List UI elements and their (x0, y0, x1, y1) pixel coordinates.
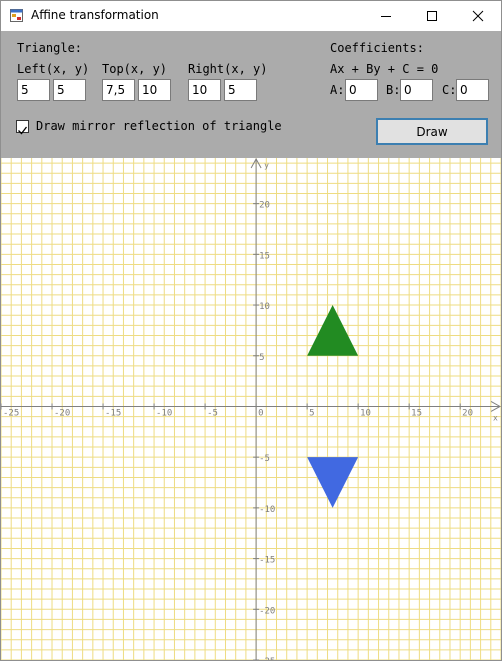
window-title: Affine transformation (31, 8, 159, 22)
maximize-icon (427, 11, 437, 21)
left-point-label: Left(x, y) (17, 62, 90, 76)
left-x-field[interactable]: 5 (17, 79, 50, 101)
mirror-triangle (307, 457, 359, 508)
x-tick-label: 15 (411, 408, 422, 418)
close-button[interactable] (455, 1, 501, 31)
y-tick-label: -10 (259, 505, 275, 515)
mirror-checkbox[interactable] (16, 120, 29, 135)
coordinate-plot: x y -25 -20 -15 -10 -5 0 5 10 15 20 20 15 10 5 -5 -10 -15 -… (1, 157, 501, 660)
x-tick-label: 0 (258, 408, 263, 418)
y-tick-label: -15 (259, 556, 275, 566)
triangle-heading: Triangle: (17, 41, 83, 55)
x-tick-label: -20 (54, 408, 70, 418)
x-tick-label: -25 (3, 408, 19, 418)
draw-button[interactable]: Draw (376, 118, 488, 145)
maximize-button[interactable] (409, 1, 455, 31)
coefficient-c-field[interactable]: 0 (456, 79, 489, 101)
coefficient-b-field[interactable]: 0 (400, 79, 433, 101)
coefficient-b-label: B: (386, 83, 401, 97)
top-point-label: Top(x, y) (102, 62, 168, 76)
line-equation: Ax + By + C = 0 (330, 62, 439, 76)
x-tick-label: 20 (462, 408, 473, 418)
coefficients-heading: Coefficients: (330, 41, 424, 55)
x-tick-label: 5 (309, 408, 314, 418)
y-tick-label: 10 (259, 302, 270, 312)
minimize-button[interactable] (363, 1, 409, 31)
coefficient-a-label: A: (330, 83, 345, 97)
x-axis-label: x (493, 413, 498, 422)
y-tick-label: -20 (259, 606, 275, 616)
y-tick-label: -5 (259, 454, 270, 464)
x-tick-label: -15 (105, 408, 121, 418)
x-tick-label: -10 (156, 408, 172, 418)
y-tick-label: 20 (259, 201, 270, 211)
mirror-checkbox-label[interactable]: Draw mirror reflection of triangle (36, 119, 282, 133)
right-x-field[interactable]: 10 (188, 79, 221, 101)
y-tick-label: 5 (259, 353, 264, 363)
right-y-field[interactable]: 5 (224, 79, 257, 101)
close-icon (472, 10, 484, 22)
y-tick-label: -25 (259, 657, 275, 660)
y-tick-label: 15 (259, 251, 270, 261)
left-y-field[interactable]: 5 (53, 79, 86, 101)
app-window: Affine transformation Triangle: Left(x, … (0, 0, 502, 661)
top-x-field[interactable]: 7,5 (102, 79, 135, 101)
x-tick-label: 10 (360, 408, 371, 418)
x-tick-label: -5 (207, 408, 218, 418)
top-y-field[interactable]: 10 (138, 79, 171, 101)
app-window-icon (10, 9, 23, 22)
title-bar: Affine transformation (1, 1, 501, 31)
minimize-icon (381, 16, 391, 17)
checkmark-icon (18, 126, 28, 135)
coefficient-a-field[interactable]: 0 (345, 79, 378, 101)
right-point-label: Right(x, y) (188, 62, 268, 76)
coefficient-c-label: C: (442, 83, 457, 97)
original-triangle (307, 305, 359, 356)
plot-canvas: x y -25 -20 -15 -10 -5 0 5 10 15 20 20 15 10 5 -5 -10 -15 -… (1, 157, 501, 660)
y-axis-label: y (264, 161, 269, 170)
